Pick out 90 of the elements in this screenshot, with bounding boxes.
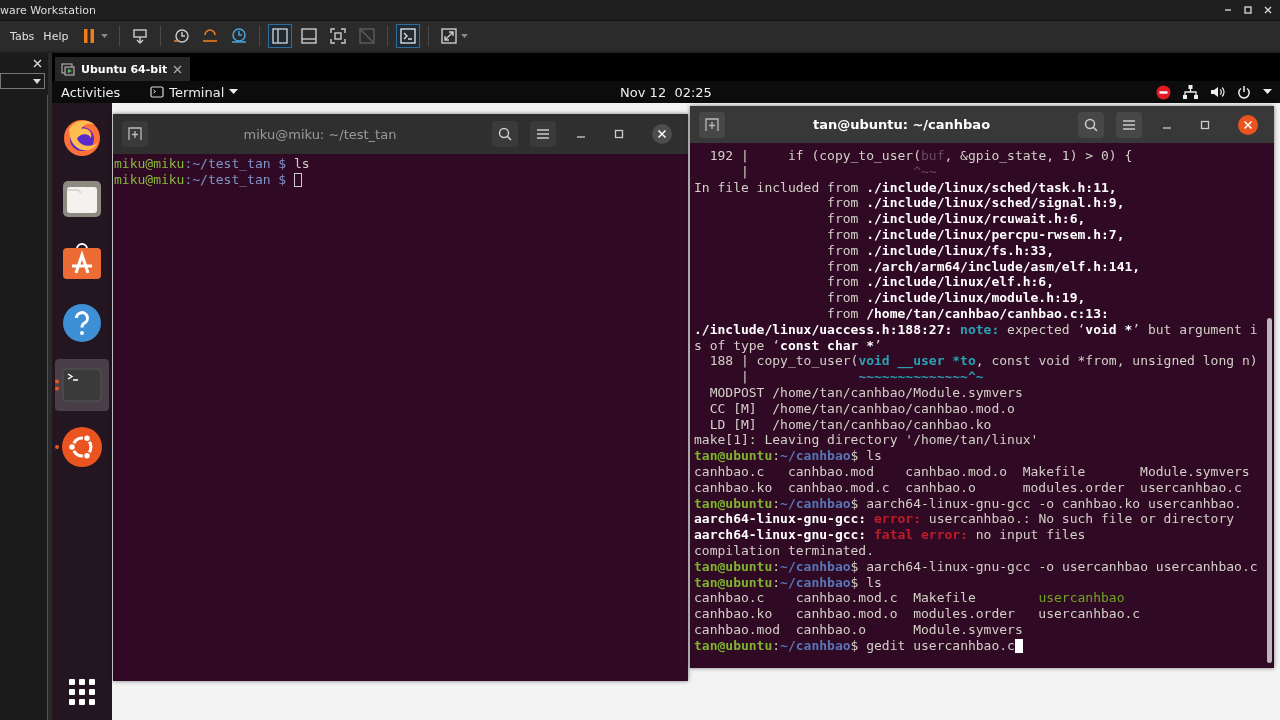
plus-icon bbox=[128, 127, 142, 141]
terminal-line: ./include/linux/uaccess.h:188:27: note: expected ‘void *’ but argument i bbox=[694, 321, 1258, 338]
search-icon bbox=[498, 127, 512, 141]
terminal-line: LD [M] /home/tan/canhbao/canhbao.ko bbox=[708, 416, 992, 433]
vm-tab[interactable]: Ubuntu 64-bit bbox=[55, 57, 191, 81]
shopping-bag-icon bbox=[62, 241, 102, 281]
terminal-line: aarch64-linux-gnu-gcc: error: usercanhbao.: No such file or directory bbox=[694, 511, 1235, 528]
folder-icon bbox=[62, 179, 102, 219]
search-button[interactable] bbox=[492, 121, 518, 147]
maximize-icon[interactable] bbox=[1243, 5, 1253, 15]
toolbar-button[interactable] bbox=[268, 24, 293, 48]
terminal-line: canhbao.ko canhbao.mod.o modules.order usercanhbao.c bbox=[694, 606, 1141, 622]
menu-button[interactable] bbox=[1116, 111, 1142, 138]
search-button[interactable] bbox=[1078, 111, 1104, 138]
terminal-line: make[1]: Leaving directory '/home/tan/linux' bbox=[694, 432, 1039, 449]
close-button[interactable] bbox=[1238, 114, 1258, 135]
fullscreen-icon bbox=[329, 27, 348, 45]
menu-icon bbox=[537, 129, 549, 139]
panel-icon bbox=[300, 27, 319, 45]
caret-icon bbox=[229, 89, 239, 95]
question-mark-icon bbox=[62, 303, 102, 343]
close-button[interactable] bbox=[652, 124, 672, 144]
terminal-line: canhbao.mod canhbao.o Module.symvers bbox=[694, 621, 1023, 638]
terminal-line: tan@ubuntu:~/canhbao$ gedit usercanhbao.c bbox=[694, 637, 1015, 654]
terminal-line: from ./include/linux/elf.h:6, bbox=[826, 274, 1055, 291]
close-icon[interactable] bbox=[173, 64, 183, 74]
clock[interactable]: Nov 12 02:25 bbox=[620, 84, 712, 100]
terminal-line: from ./include/linux/sched/signal.h:9, bbox=[826, 195, 1125, 212]
console-icon bbox=[399, 27, 418, 45]
terminal-line: from ./include/linux/module.h:19, bbox=[826, 290, 1086, 306]
revert-icon bbox=[201, 27, 220, 45]
terminal-line: miku@miku:~/test_tan $ bbox=[114, 171, 288, 188]
terminal-line: tan@ubuntu:~/canhbao$ aarch64-linux-gnu-gcc -o canhbao.ko usercanhbao. bbox=[694, 495, 1242, 512]
terminal-line: tan@ubuntu:~/canhbao$ ls bbox=[694, 448, 882, 464]
terminal-line: s of type ‘const char *’ bbox=[694, 337, 882, 354]
do-not-disturb-icon[interactable] bbox=[1156, 84, 1171, 100]
clock-icon bbox=[230, 27, 249, 45]
maximize-icon[interactable] bbox=[614, 129, 624, 139]
terminal-line: CC [M] /home/tan/canhbao/canhbao.mod.o bbox=[708, 400, 1015, 417]
terminal-line: from /home/tan/canhbao/canhbao.c:13: bbox=[826, 305, 1109, 322]
terminal-line: miku@miku:~/test_tan $ ls bbox=[114, 156, 310, 172]
clock-icon bbox=[172, 27, 191, 45]
grid-icon bbox=[68, 678, 96, 706]
network-icon[interactable] bbox=[1183, 85, 1198, 99]
maximize-icon[interactable] bbox=[1200, 119, 1210, 130]
search-icon bbox=[1084, 117, 1098, 132]
terminal-line: from ./arch/arm64/include/asm/elf.h:141, bbox=[826, 258, 1141, 275]
resize-icon bbox=[440, 27, 459, 45]
terminal-line: | ^~~ bbox=[739, 163, 937, 180]
vm-icon bbox=[61, 62, 75, 76]
terminal-line: In file included from ./include/linux/sched/task.h:11, bbox=[694, 179, 1117, 196]
terminal-icon bbox=[62, 368, 102, 402]
menu-button[interactable] bbox=[530, 121, 556, 147]
ring-logo-icon bbox=[61, 426, 103, 468]
terminal-line: | ~~~~~~~~~~~~~~^~ bbox=[739, 369, 984, 385]
terminal-line: from ./include/linux/fs.h:33, bbox=[826, 242, 1055, 259]
volume-icon[interactable] bbox=[1210, 85, 1225, 99]
caret-icon bbox=[33, 78, 41, 84]
plus-icon bbox=[705, 117, 719, 132]
toolbar-button[interactable] bbox=[396, 24, 421, 48]
terminal-line: from ./include/linux/rcuwait.h:6, bbox=[826, 211, 1086, 227]
window-title: ware Workstation bbox=[0, 3, 96, 17]
terminal-line: canhbao.c canhbao.mod canhbao.mod.o Makefile Module.symvers bbox=[694, 463, 1250, 480]
terminal-line: from ./include/linux/percpu-rwsem.h:7, bbox=[826, 227, 1125, 243]
monitor-arrow-icon bbox=[131, 27, 150, 45]
app-menu[interactable]: Terminal bbox=[150, 84, 239, 100]
library-dropdown[interactable] bbox=[0, 73, 45, 89]
terminal-line: canhbao.ko canhbao.mod.c canhbao.o modules.order usercanhbao.c bbox=[694, 479, 1242, 496]
crossed-square-icon bbox=[358, 27, 377, 45]
activities-button[interactable]: Activities bbox=[61, 84, 121, 100]
terminal-line: canhbao.c canhbao.mod.c Makefile usercanhbao bbox=[694, 590, 1125, 607]
terminal-icon bbox=[150, 86, 165, 98]
terminal-line: MODPOST /home/tan/canhbao/Module.symvers bbox=[708, 384, 1023, 401]
power-icon[interactable] bbox=[1237, 85, 1251, 99]
menu-icon bbox=[1123, 119, 1135, 130]
terminal-line: 188 | copy_to_user(void __user *to, const void *from, unsigned long n) bbox=[708, 353, 1258, 370]
terminal-line: 192 | if (copy_to_user(buf, &gpio_state, 1) > 0) { bbox=[708, 148, 1133, 164]
new-tab-button[interactable] bbox=[699, 111, 725, 138]
window-title: tan@ubuntu: ~/canhbao bbox=[811, 117, 992, 132]
caret-icon[interactable] bbox=[1263, 89, 1272, 95]
terminal-line: aarch64-linux-gnu-gcc: fatal error: no input files bbox=[694, 527, 1086, 543]
scrollbar[interactable] bbox=[1267, 318, 1272, 663]
terminal-line: tan@ubuntu:~/canhbao$ aarch64-linux-gnu-gcc -o usercanhbao usercanhbao.c bbox=[694, 558, 1258, 575]
sidebar-icon bbox=[271, 27, 290, 45]
menu-item[interactable]: Tabs bbox=[10, 29, 35, 43]
terminal-line: tan@ubuntu:~/canhbao$ ls bbox=[694, 574, 882, 591]
menu-item[interactable]: Help bbox=[43, 29, 69, 43]
window-title: miku@miku: ~/test_tan bbox=[242, 126, 398, 142]
terminal-line: compilation terminated. bbox=[694, 542, 874, 559]
new-tab-button[interactable] bbox=[122, 121, 148, 147]
